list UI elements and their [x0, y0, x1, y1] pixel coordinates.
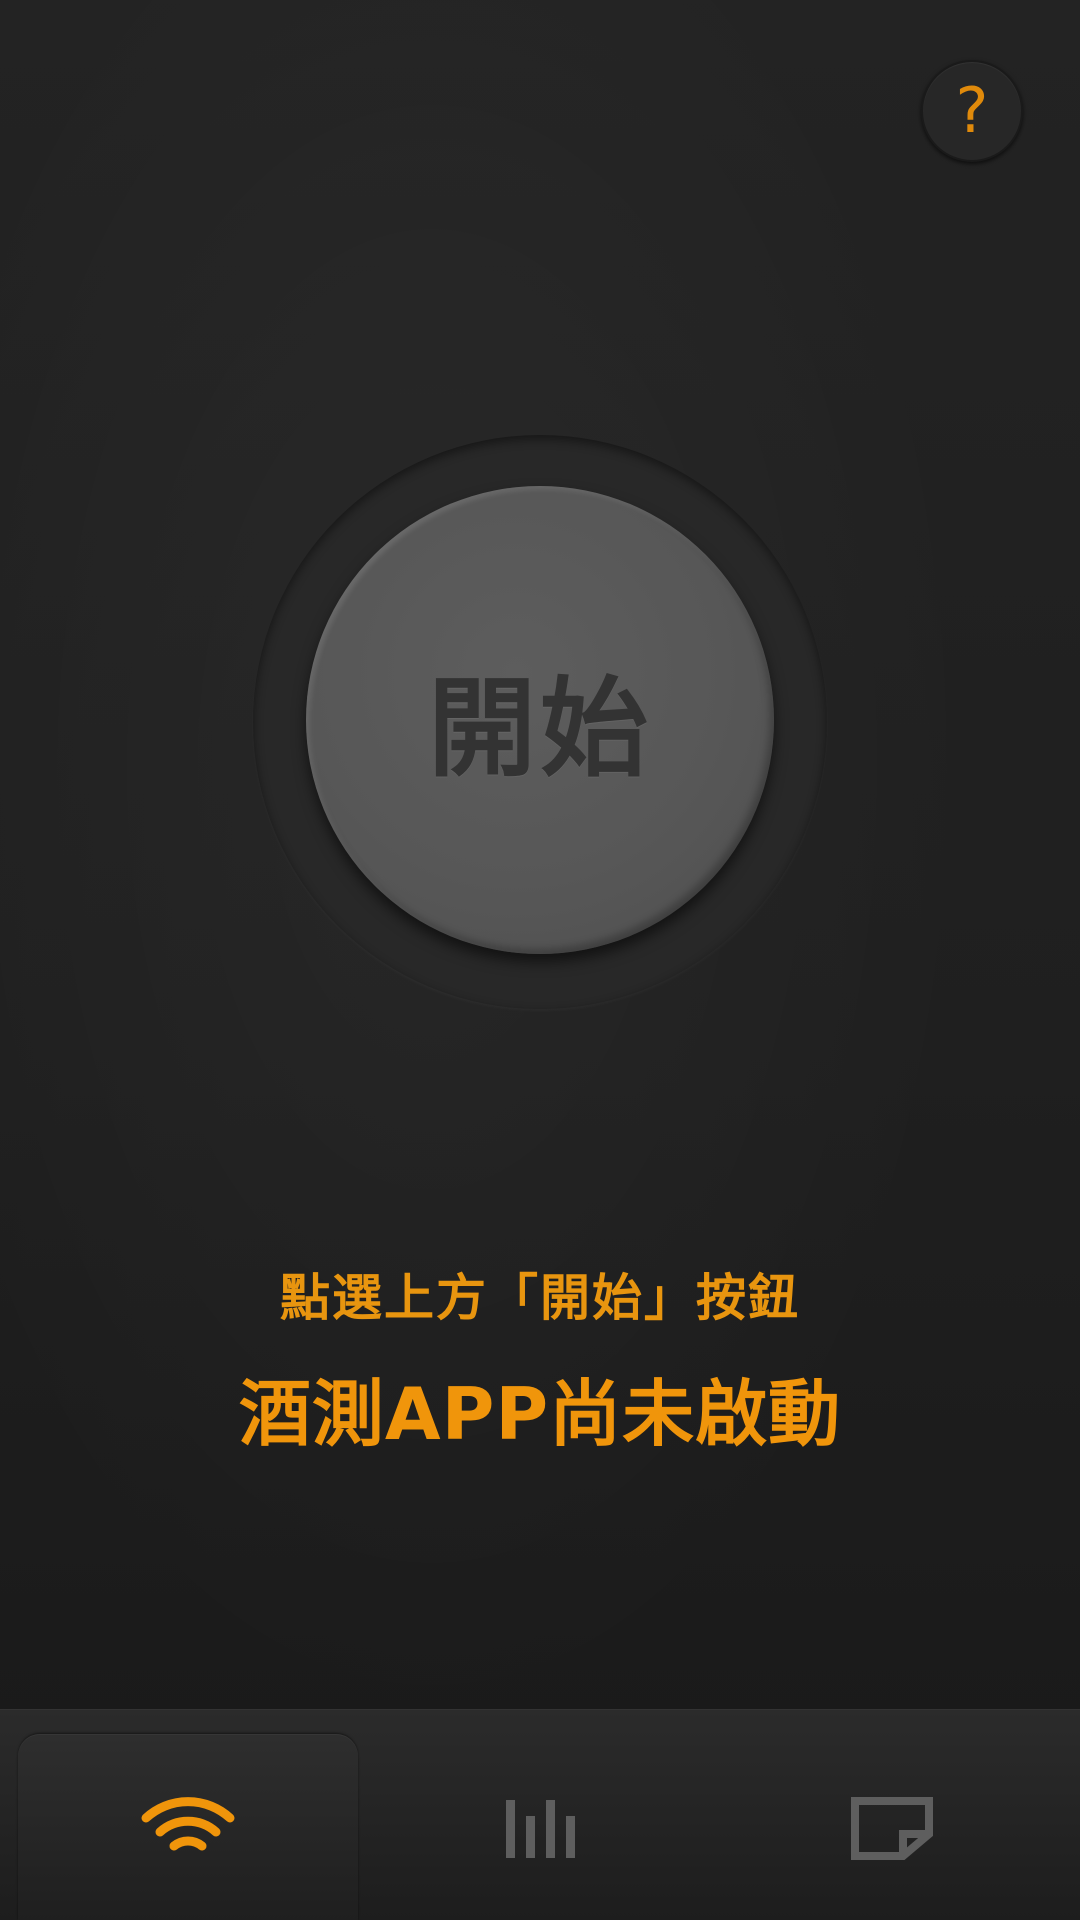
- tab-connect[interactable]: [18, 1734, 358, 1920]
- bar-chart-icon: [506, 1799, 575, 1858]
- wifi-icon: [141, 1796, 235, 1850]
- instruction-text: 點選上方「開始」按鈕: [280, 1269, 800, 1327]
- help-label: ?: [955, 74, 989, 147]
- tab-notes[interactable]: [722, 1734, 1062, 1920]
- start-button[interactable]: 開始: [306, 486, 774, 954]
- app-screen: ? 開始 點選上方「開始」按鈕 酒測APP尚未啟動: [0, 0, 1080, 1920]
- status-text: 酒測APP尚未啟動: [238, 1372, 842, 1456]
- start-button-label: 開始: [427, 667, 652, 792]
- note-icon: [851, 1796, 933, 1860]
- help-button[interactable]: ?: [921, 60, 1023, 162]
- tab-records[interactable]: [370, 1734, 710, 1920]
- bottom-tab-bar: [0, 1709, 1080, 1920]
